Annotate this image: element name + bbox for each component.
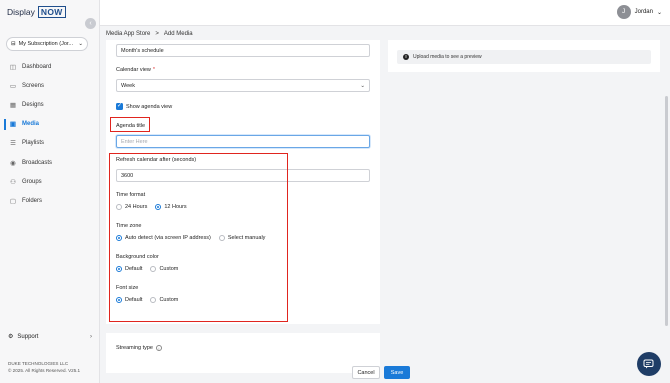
agenda-title-placeholder: Enter Here xyxy=(121,138,148,145)
top-bar: J Jordan ⌄ xyxy=(100,0,670,26)
chevron-down-icon: ⌄ xyxy=(656,9,662,16)
cancel-button[interactable]: Cancel xyxy=(352,366,380,379)
sidebar-footer: DUKE TECHNOLOGIES LLC © 2025. All Rights… xyxy=(8,360,80,374)
support-menu[interactable]: ⚙ Support › xyxy=(8,333,92,341)
playlist-icon: ☰ xyxy=(10,140,16,148)
sidebar-item-label: Media xyxy=(22,121,40,128)
screen-icon: ▭ xyxy=(9,82,17,90)
chevron-left-icon[interactable]: ‹ xyxy=(85,18,96,29)
broadcast-icon: ◉ xyxy=(10,159,16,167)
breadcrumb-current: Add Media xyxy=(163,31,193,37)
copyright-text: © 2025. All Rights Reserved. V25.1 xyxy=(8,368,81,373)
subscription-select[interactable]: ⊟ My Subscription (Jor... ⌄ xyxy=(6,37,88,51)
media-name-value: Month's schedule xyxy=(121,47,164,54)
user-name: Jordan xyxy=(634,9,653,15)
chevron-down-icon: ⌄ xyxy=(78,41,83,47)
highlight-box-settings xyxy=(109,153,288,322)
sidebar-item-label: Playlists xyxy=(22,140,45,147)
checkbox-checked-icon[interactable]: ✓ xyxy=(116,103,123,110)
user-menu[interactable]: J Jordan ⌄ xyxy=(616,5,662,19)
groups-icon: ⚇ xyxy=(10,178,16,186)
highlight-box-agenda-title xyxy=(110,117,150,132)
breadcrumb-separator: > xyxy=(155,31,159,37)
scrollbar[interactable] xyxy=(665,96,668,326)
settings-icon: ⚙ xyxy=(8,334,14,340)
folder-icon: ▢ xyxy=(9,197,17,205)
logo-text: Display xyxy=(7,7,35,17)
agenda-title-input[interactable]: Enter Here xyxy=(116,135,370,148)
chevron-right-icon: › xyxy=(90,333,92,340)
streaming-type-label: Streaming type i xyxy=(116,345,162,351)
breadcrumb-parent[interactable]: Media App Store xyxy=(106,31,150,37)
sidebar-item-label: Groups xyxy=(22,178,42,185)
calendar-view-select[interactable]: Week ⌄ xyxy=(116,79,370,92)
sidebar-item-folders[interactable]: ▢ Folders xyxy=(0,191,100,210)
sidebar: Display NOW ‹ ⊟ My Subscription (Jor... … xyxy=(0,0,100,383)
media-icon: ▣ xyxy=(9,121,17,129)
show-agenda-checkbox[interactable]: ✓ Show agenda view xyxy=(116,103,172,110)
chevron-down-icon: ⌄ xyxy=(360,82,365,89)
save-button[interactable]: Save xyxy=(384,366,410,379)
sidebar-item-label: Designs xyxy=(22,101,44,108)
info-icon[interactable]: i xyxy=(156,345,162,351)
subscription-icon: ⊟ xyxy=(11,41,16,47)
sidebar-item-playlists[interactable]: ☰ Playlists xyxy=(0,134,100,153)
chat-icon[interactable] xyxy=(637,352,661,376)
show-agenda-label: Show agenda view xyxy=(126,103,173,110)
calendar-view-value: Week xyxy=(121,82,135,89)
streaming-section: Streaming type i xyxy=(106,333,380,373)
avatar: J xyxy=(616,5,631,19)
sidebar-item-broadcasts[interactable]: ◉ Broadcasts xyxy=(0,153,100,172)
calendar-view-label-text: Calendar view xyxy=(116,67,151,73)
logo-badge: NOW xyxy=(37,6,66,18)
sidebar-item-designs[interactable]: ▦ Designs xyxy=(0,95,100,114)
sidebar-item-screens[interactable]: ▭ Screens xyxy=(0,76,100,95)
app-logo[interactable]: Display NOW xyxy=(7,6,66,18)
calendar-view-label: Calendar view * xyxy=(116,67,155,73)
sidebar-item-dashboard[interactable]: ◫ Dashboard xyxy=(0,57,100,76)
breadcrumb: Media App Store > Add Media xyxy=(106,31,193,37)
sidebar-item-label: Screens xyxy=(22,82,45,89)
preview-panel: ! Upload media to see a preview xyxy=(388,40,660,72)
media-name-field[interactable]: Month's schedule xyxy=(116,44,370,57)
dashboard-icon: ◫ xyxy=(9,63,17,71)
sidebar-item-label: Dashboard xyxy=(22,63,52,70)
info-icon: ! xyxy=(403,54,409,60)
preview-banner: ! Upload media to see a preview xyxy=(397,50,651,64)
sidebar-item-groups[interactable]: ⚇ Groups xyxy=(0,172,100,191)
company-name: DUKE TECHNOLOGIES LLC xyxy=(8,361,69,366)
subscription-label: My Subscription (Jor... xyxy=(18,41,74,47)
sidebar-item-label: Folders xyxy=(22,197,43,204)
support-label: Support xyxy=(17,333,39,340)
sidebar-item-label: Broadcasts xyxy=(22,159,53,166)
sidebar-nav: ◫ Dashboard ▭ Screens ▦ Designs ▣ Media … xyxy=(0,57,100,211)
sidebar-item-media[interactable]: ▣ Media xyxy=(0,115,100,134)
preview-message: Upload media to see a preview xyxy=(413,54,482,60)
required-marker: * xyxy=(152,67,155,73)
designs-icon: ▦ xyxy=(9,101,17,109)
streaming-type-text: Streaming type xyxy=(116,345,153,351)
